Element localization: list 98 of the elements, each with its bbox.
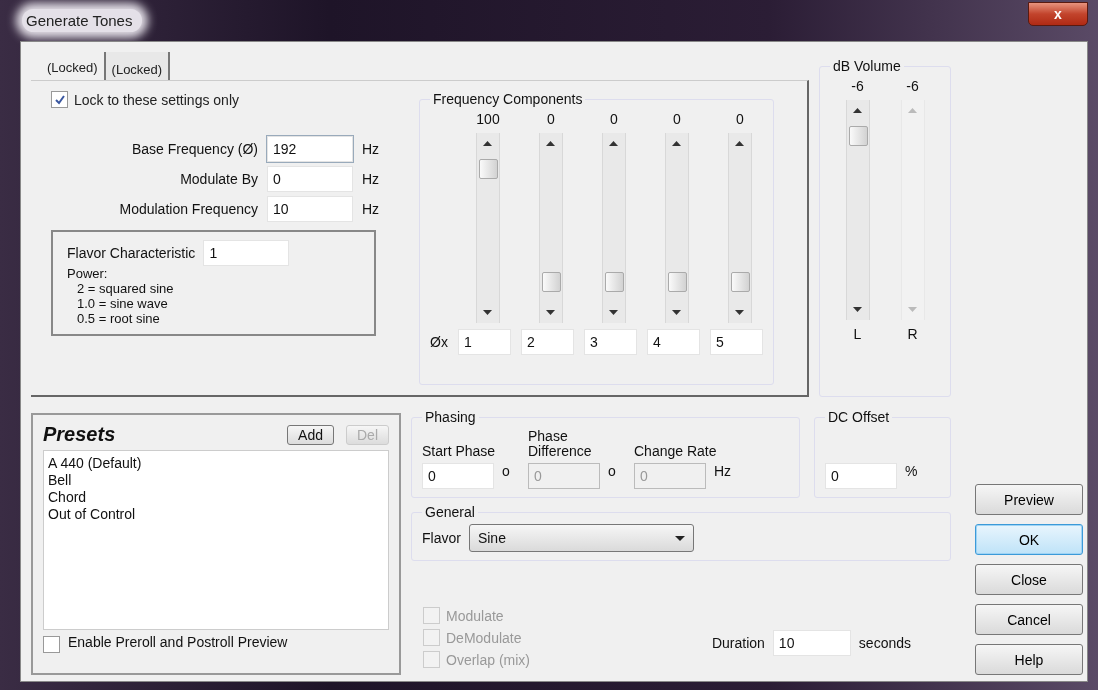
dropdown-arrow-icon <box>674 535 685 541</box>
group-title: DC Offset <box>827 409 891 425</box>
tab[interactable]: (Locked) <box>105 52 171 81</box>
input-field[interactable]: 4 <box>646 329 700 355</box>
up-arrow-icon <box>907 108 917 113</box>
dialog-button[interactable]: Close <box>975 564 1083 595</box>
input-field[interactable]: 1 <box>203 240 290 266</box>
vertical-slider[interactable] <box>602 133 626 323</box>
slider-reading: -6 <box>906 78 919 94</box>
input-field[interactable]: 0 <box>422 463 494 489</box>
field-label: Phase Difference <box>528 429 593 459</box>
checkbox[interactable] <box>51 91 68 108</box>
vertical-slider[interactable] <box>665 133 689 323</box>
up-arrow-icon <box>483 141 492 146</box>
unit-label: Hz <box>362 171 381 187</box>
down-arrow-icon <box>852 307 862 312</box>
field-label: Base Frequency (Ø) <box>130 141 258 157</box>
slider-thumb[interactable] <box>848 126 868 146</box>
input-field[interactable]: 192 <box>267 136 353 162</box>
checkbox[interactable] <box>43 636 60 653</box>
field-label: Duration <box>711 634 765 651</box>
down-arrow-icon <box>483 310 492 315</box>
slider-thumb[interactable] <box>542 272 561 293</box>
dialog-button[interactable]: Help <box>975 644 1083 675</box>
input-field[interactable]: 5 <box>709 329 763 355</box>
slider-thumb[interactable] <box>731 272 750 293</box>
input-field[interactable]: 10 <box>772 629 851 656</box>
slider-thumb[interactable] <box>479 158 498 179</box>
up-arrow-icon <box>672 141 681 146</box>
field-label: Modulate By <box>179 171 258 187</box>
dialog-button[interactable]: OK <box>975 524 1083 555</box>
unit-label: o <box>502 463 510 479</box>
up-arrow-icon <box>852 108 862 113</box>
dialog-button[interactable]: Cancel <box>975 604 1083 635</box>
list-item[interactable]: Chord <box>48 489 87 506</box>
field-label: Change Rate <box>634 444 718 459</box>
field-label: Modulation Frequency <box>118 201 258 217</box>
slider-reading: -6 <box>851 78 864 94</box>
input-field[interactable]: 10 <box>267 196 353 222</box>
down-arrow-icon <box>609 310 618 315</box>
up-arrow-icon <box>735 141 744 146</box>
vertical-slider[interactable] <box>539 133 563 323</box>
checkbox-label: Enable Preroll and Postroll Preview <box>68 634 289 650</box>
note-text: Power: <box>67 266 109 281</box>
slider-reading: 0 <box>736 111 744 127</box>
slider-reading: 100 <box>476 111 500 127</box>
up-arrow-icon <box>609 141 618 146</box>
list-item[interactable]: Out of Control <box>48 506 136 523</box>
group-title: Frequency Components <box>432 91 584 107</box>
input-field[interactable]: 0 <box>267 166 353 192</box>
up-arrow-icon <box>546 141 555 146</box>
input-field[interactable]: 1 <box>457 329 511 355</box>
unit-label: seconds <box>858 634 911 651</box>
unit-label: o <box>608 463 616 479</box>
unit-label: Hz <box>714 463 732 479</box>
input-field[interactable]: 2 <box>520 329 574 355</box>
multiplier-label: Øx <box>430 334 448 350</box>
group-title: General <box>424 504 476 520</box>
field-label: Flavor Characteristic <box>67 245 196 261</box>
unit-label: Hz <box>362 141 381 157</box>
vertical-slider[interactable] <box>476 133 500 323</box>
unit-label: Hz <box>362 201 381 217</box>
slider-thumb[interactable] <box>668 272 687 293</box>
list-item[interactable]: Bell <box>48 472 72 489</box>
down-arrow-icon <box>546 310 555 315</box>
note-text: 2 = squared sine <box>76 281 175 296</box>
add-button[interactable]: Add <box>287 424 334 445</box>
checkbox-label: Modulate <box>446 607 504 624</box>
vertical-slider[interactable] <box>728 133 752 323</box>
unit-label: % <box>905 463 918 479</box>
dialog-button[interactable]: Preview <box>975 484 1083 515</box>
checkbox-label: Overlap (mix) <box>446 651 530 668</box>
channel-label: L <box>853 326 862 342</box>
presets-title: Presets <box>43 423 116 446</box>
checkbox-label: DeModulate <box>446 629 522 646</box>
window-title: Generate Tones <box>22 9 143 32</box>
down-arrow-icon <box>735 310 744 315</box>
input-field[interactable]: 3 <box>583 329 637 355</box>
check-icon <box>53 93 66 106</box>
slider-reading: 0 <box>547 111 555 127</box>
list-item[interactable]: A 440 (Default) <box>48 455 142 472</box>
group-title: Phasing <box>424 409 477 425</box>
flavor-dropdown[interactable]: Sine <box>468 524 694 552</box>
channel-label: R <box>907 326 918 342</box>
field-label: Start Phase <box>422 444 497 459</box>
down-arrow-icon <box>907 307 917 312</box>
group-title: dB Volume <box>832 58 902 74</box>
input-field[interactable]: 0 <box>825 463 897 489</box>
field-label: Flavor <box>422 530 461 546</box>
slider-thumb[interactable] <box>605 272 624 293</box>
window-close-button[interactable]: x <box>1028 1 1088 26</box>
down-arrow-icon <box>672 310 681 315</box>
slider-reading: 0 <box>673 111 681 127</box>
note-text: 0.5 = root sine <box>76 311 161 326</box>
checkbox-label: Lock to these settings only <box>74 91 239 108</box>
slider-reading: 0 <box>610 111 618 127</box>
vertical-slider[interactable] <box>845 100 870 320</box>
note-text: 1.0 = sine wave <box>76 296 169 311</box>
